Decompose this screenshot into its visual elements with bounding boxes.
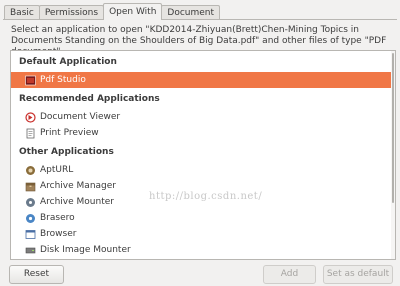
section-other-applications: Other Applications [19,147,114,157]
list-scrollbar[interactable] [391,51,395,259]
app-row-document-viewer[interactable]: Document Viewer [11,109,391,125]
print-preview-icon [25,128,36,139]
app-row-browser[interactable]: Browser [11,226,391,242]
tab-bar: Basic Permissions Open With Document [4,3,221,20]
tab-open-with[interactable]: Open With [103,3,163,20]
tab-basic[interactable]: Basic [4,5,40,20]
app-label: Print Preview [40,128,99,138]
tab-permissions[interactable]: Permissions [38,5,105,20]
section-recommended-applications: Recommended Applications [19,94,160,104]
app-row-pdf-studio[interactable]: Pdf Studio [11,72,391,88]
app-row-apturl[interactable]: AptURL [11,162,391,178]
app-row-disk-image-mounter[interactable]: Disk Image Mounter [11,242,391,258]
app-label: Document Viewer [40,112,121,122]
add-button[interactable]: Add [263,265,316,284]
app-row-print-preview[interactable]: Print Preview [11,125,391,141]
archive-manager-icon [25,181,36,192]
app-label: Archive Mounter [40,197,114,207]
scrollbar-thumb[interactable] [392,53,394,203]
app-row-brasero[interactable]: Brasero [11,210,391,226]
app-label: Archive Manager [40,181,116,191]
reset-button[interactable]: Reset [9,265,64,284]
tab-document[interactable]: Document [161,5,221,20]
set-as-default-button[interactable]: Set as default [323,265,393,284]
application-list[interactable]: Default Application Pdf Studio Recommend… [10,50,396,260]
app-label: AptURL [40,165,74,175]
disk-image-mounter-icon [25,245,36,256]
tab-divider [3,19,397,20]
apturl-icon [25,165,36,176]
watermark-text: http://blog.csdn.net/ [149,191,263,202]
app-label: Disk Image Mounter [40,245,131,255]
pdf-studio-icon [25,75,36,86]
document-viewer-icon [25,111,36,123]
app-label: Browser [40,229,77,239]
brasero-icon [25,213,36,224]
section-default-application: Default Application [19,57,117,67]
browser-icon [25,229,36,240]
app-label: Brasero [40,213,75,223]
app-label: Pdf Studio [40,75,86,85]
archive-mounter-icon [25,197,36,208]
